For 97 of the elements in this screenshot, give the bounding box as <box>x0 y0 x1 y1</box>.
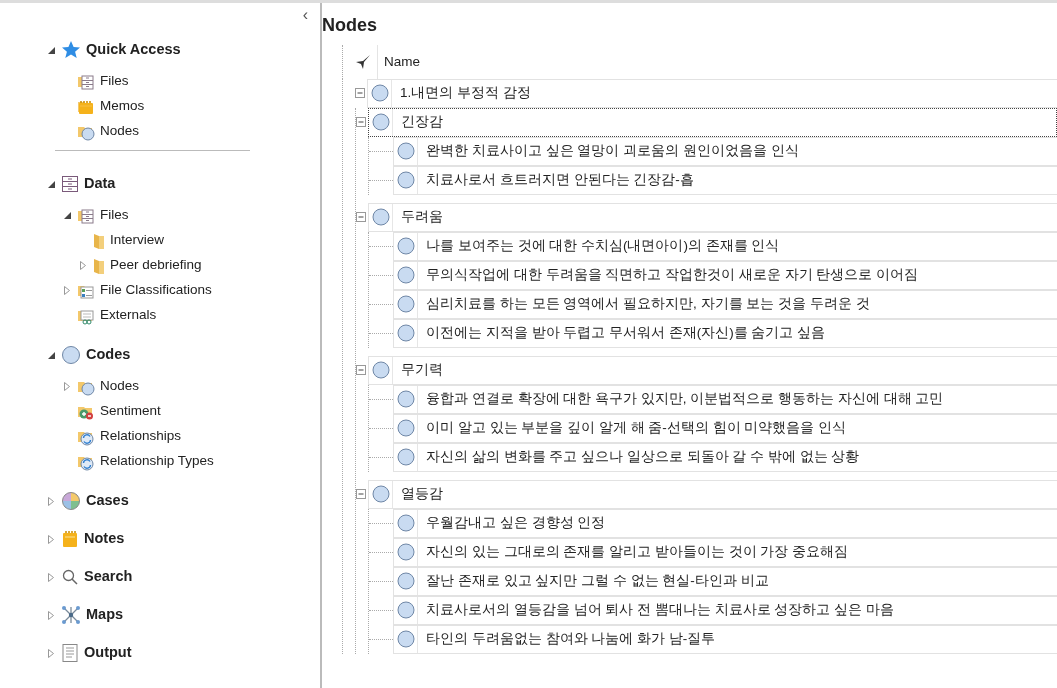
tree-row[interactable]: 열등감 <box>368 479 1057 509</box>
folder-icon <box>93 256 105 275</box>
nav-item-label[interactable]: Sentiment <box>100 401 161 422</box>
nav-item-label[interactable]: Cases <box>86 490 129 512</box>
tree-row[interactable]: 자신의 삶의 변화를 주고 싶으나 일상으로 되돌아 갈 수 밖에 없는 상황 <box>393 442 1057 472</box>
node-icon <box>396 448 415 467</box>
nav-item-label[interactable]: Peer debriefing <box>110 255 202 276</box>
file-cabinet-icon <box>77 72 95 91</box>
node-name: 이미 알고 있는 부분을 깊이 알게 해 줌-선택의 힘이 미약했음을 인식 <box>425 418 846 437</box>
node-name: 무의식작업에 대한 두려움을 직면하고 작업한것이 새로운 자기 탄생으로 이어짐 <box>425 265 918 284</box>
node-name: 타인의 두려움없는 참여와 나눔에 화가 남-질투 <box>425 629 716 648</box>
node-name: 완벽한 치료사이고 싶은 열망이 괴로움의 원인이었음을 인식 <box>425 141 799 160</box>
tree-row[interactable]: 우월감내고 싶은 경향성 인정 <box>393 508 1057 538</box>
tree-row[interactable]: 긴장감 <box>368 107 1057 137</box>
node-name: 1.내면의 부정적 감정 <box>399 83 531 102</box>
nav-item-label[interactable]: Files <box>100 71 129 92</box>
node-icon <box>396 419 415 438</box>
nav-item-label[interactable]: Output <box>84 642 132 664</box>
pin-icon[interactable] <box>355 53 371 70</box>
node-icon <box>371 208 390 227</box>
node-name: 긴장감 <box>400 112 443 131</box>
node-name: 치료사로서의 열등감을 넘어 퇴사 전 뽐대나는 치료사로 성장하고 싶은 마음 <box>425 600 894 619</box>
node-icon <box>396 630 415 649</box>
nav-item-label[interactable]: Data <box>84 173 116 195</box>
tree-row[interactable]: 치료사로서의 열등감을 넘어 퇴사 전 뽐대나는 치료사로 성장하고 싶은 마음 <box>393 595 1057 625</box>
tree-row[interactable]: 무의식작업에 대한 두려움을 직면하고 작업한것이 새로운 자기 탄생으로 이어짐 <box>393 260 1057 290</box>
node-icon <box>396 572 415 591</box>
tree-row[interactable]: 1.내면의 부정적 감정 <box>367 78 1057 108</box>
document-icon <box>61 643 79 663</box>
tree-row[interactable]: 잘난 존재로 있고 싶지만 그럴 수 없는 현실-타인과 비교 <box>393 566 1057 596</box>
nav-item-label[interactable]: Interview <box>110 230 165 251</box>
node-name: 열등감 <box>400 484 443 503</box>
collapse-toggle-icon[interactable] <box>356 117 366 128</box>
star-icon <box>61 40 81 60</box>
node-icon <box>370 84 389 103</box>
nav-item-label[interactable]: Memos <box>100 96 145 117</box>
file-cabinet-icon <box>77 206 95 225</box>
node-name: 무기력 <box>400 360 443 379</box>
tree-row[interactable]: 이전에는 지적을 받아 두렵고 무서워서 존재(자신)를 숨기고 싶음 <box>393 318 1057 348</box>
node-icon <box>396 601 415 620</box>
tree-row[interactable]: 두려움 <box>368 202 1057 232</box>
nav-item-label[interactable]: File Classifications <box>100 280 212 301</box>
node-icon <box>396 390 415 409</box>
node-name: 치료사로서 흐트러지면 안된다는 긴장감-흡 <box>425 170 694 189</box>
search-icon <box>61 568 79 586</box>
node-icon <box>396 514 415 533</box>
collapse-toggle-icon[interactable] <box>355 88 365 99</box>
node-name: 나를 보여주는 것에 대한 수치심(내면아이)의 존재를 인식 <box>425 236 780 255</box>
tree-row[interactable]: 치료사로서 흐트러지면 안된다는 긴장감-흡 <box>393 165 1057 195</box>
node-name: 자신의 있는 그대로의 존재를 알리고 받아들이는 것이 가장 중요해짐 <box>425 542 848 561</box>
notebook-icon <box>61 530 79 548</box>
collapse-toggle-icon[interactable] <box>356 212 366 223</box>
node-icon <box>396 237 415 256</box>
node-icon <box>371 361 390 380</box>
node-icon <box>396 266 415 285</box>
node-name: 두려움 <box>400 207 443 226</box>
tree-row[interactable]: 심리치료를 하는 모든 영역에서 필요하지만, 자기를 보는 것을 두려운 것 <box>393 289 1057 319</box>
tree-row[interactable]: 타인의 두려움없는 참여와 나눔에 화가 남-질투 <box>393 624 1057 654</box>
network-icon <box>61 605 81 625</box>
node-icon <box>371 485 390 504</box>
node-icon <box>61 345 81 365</box>
nav-item-label[interactable]: Search <box>84 566 133 588</box>
nav-item-label[interactable]: Files <box>100 205 129 226</box>
node-name: 우월감내고 싶은 경향성 인정 <box>425 513 606 532</box>
node-icon <box>371 113 390 132</box>
nav-item-label[interactable]: Quick Access <box>86 39 181 61</box>
node-icon <box>396 295 415 314</box>
folder-icon <box>93 231 105 250</box>
nav-item-label[interactable]: Nodes <box>100 376 140 397</box>
nav-item-label[interactable]: Maps <box>86 604 124 626</box>
pie-chart-icon <box>61 491 81 511</box>
nav-item-label[interactable]: Codes <box>86 344 131 366</box>
file-cabinet-icon <box>61 175 79 193</box>
collapse-pane-button[interactable]: ‹ <box>302 7 308 23</box>
tree-row[interactable]: 융합과 연결로 확장에 대한 욕구가 있지만, 이분법적으로 행동하는 자신에 대해 고민 <box>393 384 1057 414</box>
tree-row[interactable]: 자신의 있는 그대로의 존재를 알리고 받아들이는 것이 가장 중요해짐 <box>393 537 1057 567</box>
node-icon <box>396 543 415 562</box>
node-icon <box>396 171 415 190</box>
column-header[interactable]: Name <box>377 44 1057 79</box>
tree-row[interactable]: 나를 보여주는 것에 대한 수치심(내면아이)의 존재를 인식 <box>393 231 1057 261</box>
collapse-toggle-icon[interactable] <box>356 489 366 500</box>
node-name: 이전에는 지적을 받아 두렵고 무서워서 존재(자신)를 숨기고 싶음 <box>425 323 826 342</box>
node-name: 자신의 삶의 변화를 주고 싶으나 일상으로 되돌아 갈 수 밖에 없는 상황 <box>425 447 860 466</box>
node-name: 심리치료를 하는 모든 영역에서 필요하지만, 자기를 보는 것을 두려운 것 <box>425 294 870 313</box>
tree-row[interactable]: 완벽한 치료사이고 싶은 열망이 괴로움의 원인이었음을 인식 <box>393 136 1057 166</box>
nav-item-label[interactable]: Relationships <box>100 426 182 447</box>
node-icon <box>396 324 415 343</box>
collapse-toggle-icon[interactable] <box>356 365 366 376</box>
nav-item-label[interactable]: Nodes <box>100 121 140 142</box>
tree-row[interactable]: 이미 알고 있는 부분을 깊이 알게 해 줌-선택의 힘이 미약했음을 인식 <box>393 413 1057 443</box>
nav-item-label[interactable]: Externals <box>100 305 157 326</box>
nav-item-label[interactable]: Notes <box>84 528 125 550</box>
tree-row[interactable]: 무기력 <box>368 355 1057 385</box>
node-name: 융합과 연결로 확장에 대한 욕구가 있지만, 이분법적으로 행동하는 자신에 대해 고민 <box>425 389 944 408</box>
node-icon <box>396 142 415 161</box>
nav-item-label[interactable]: Relationship Types <box>100 451 214 472</box>
node-name: 잘난 존재로 있고 싶지만 그럴 수 없는 현실-타인과 비교 <box>425 571 769 590</box>
